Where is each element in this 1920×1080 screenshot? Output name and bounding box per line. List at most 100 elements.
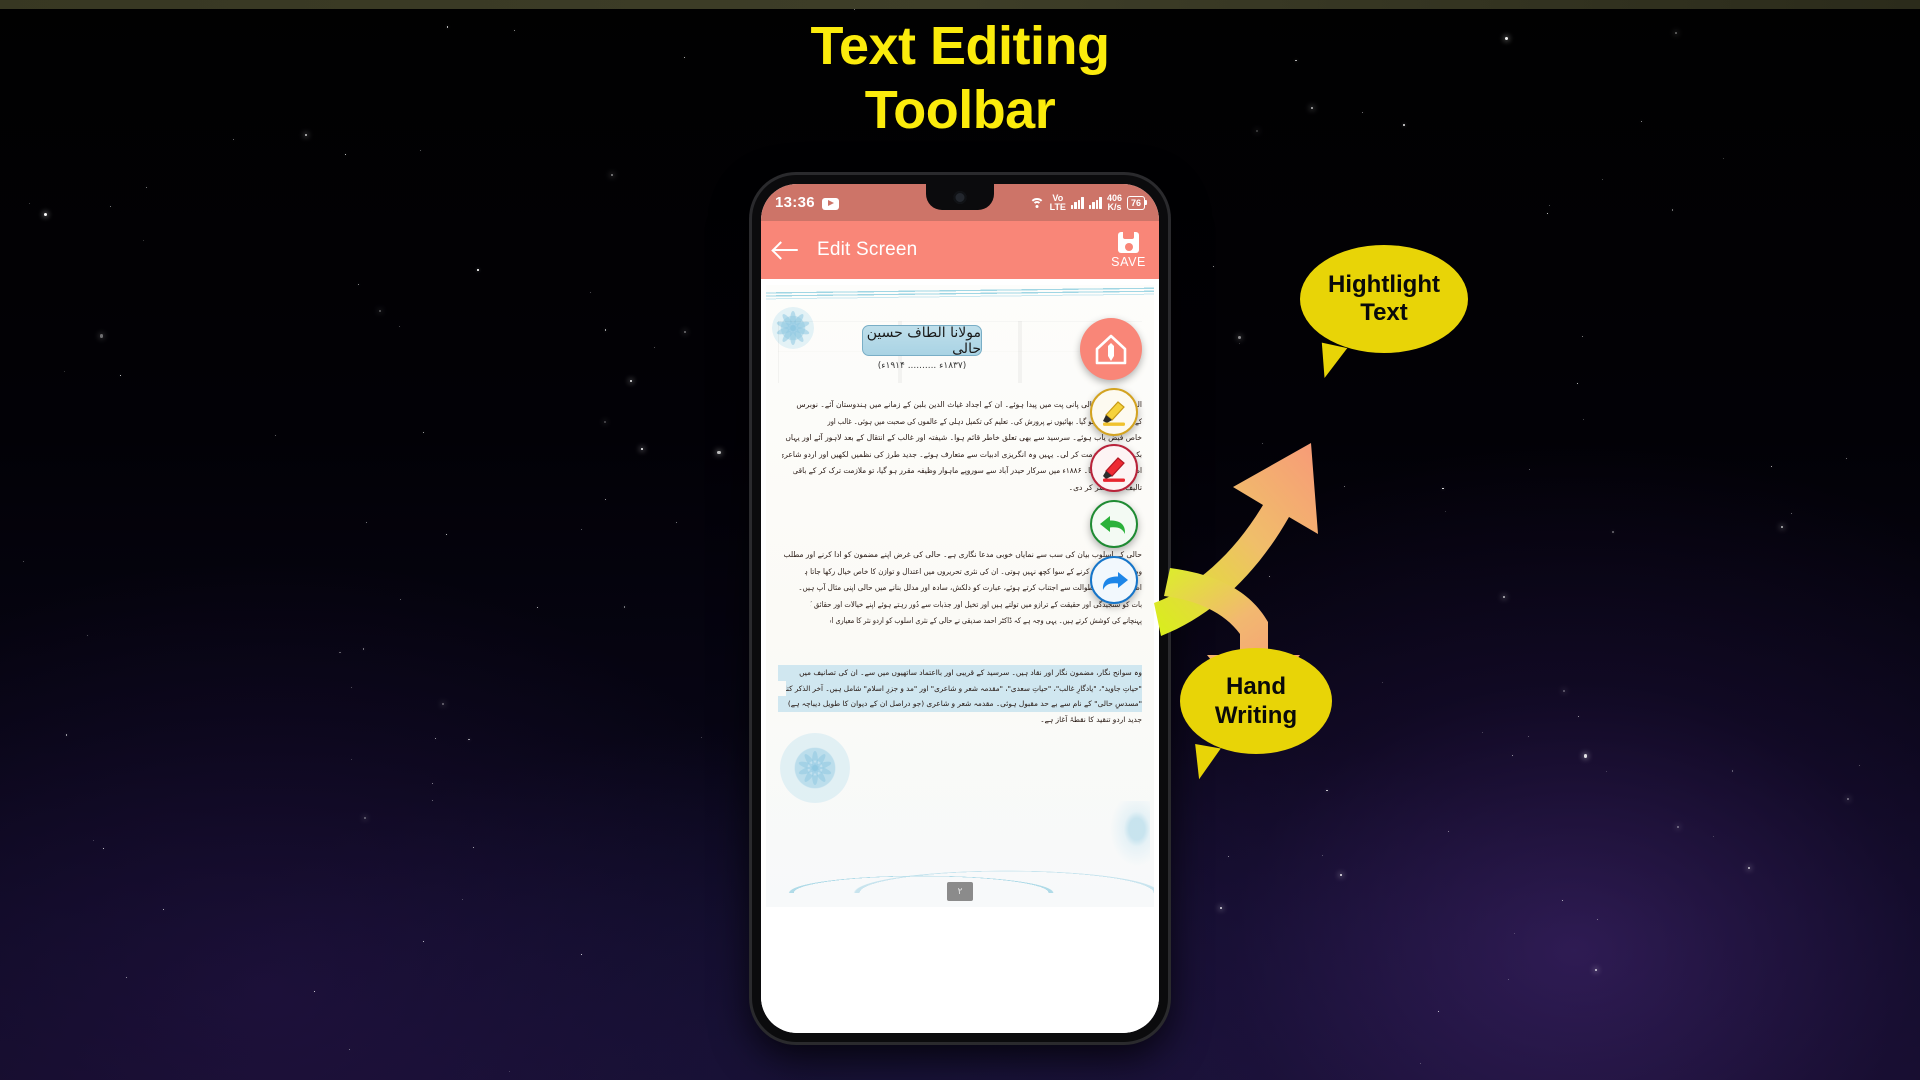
- page-corner-decoration: [1106, 801, 1150, 871]
- floppy-disk-icon: [1118, 231, 1140, 253]
- star: [581, 953, 583, 955]
- phone-mockup: 13:36 Vo LTE 406 K/s 76 Edit Screen SAVE…: [752, 175, 1168, 1042]
- star: [143, 239, 145, 241]
- document-line: پہنچانے کی کوشش کرتے ہیں۔ یہی وجہ ہے کہ …: [830, 616, 1142, 626]
- star: [1847, 798, 1850, 801]
- document-line: خاص فیض یاب ہوئے۔ سرسید سے بھی تعلق خاطر…: [785, 433, 1142, 443]
- star: [1581, 335, 1583, 338]
- handwriting-callout-line-1: Hand: [1226, 673, 1286, 700]
- save-button-label: SAVE: [1111, 254, 1146, 269]
- document-paragraph-3[interactable]: وہ سوانح نگار، مضمون نگار اور نقاد ہیں۔ …: [778, 665, 1142, 727]
- redo-tool-button[interactable]: [1090, 556, 1138, 604]
- star: [473, 847, 475, 849]
- star: [432, 799, 434, 801]
- star: [1529, 468, 1531, 471]
- star: [399, 325, 401, 327]
- star: [1343, 486, 1345, 488]
- star: [580, 529, 582, 531]
- document-line: وہ سوانح نگار، مضمون نگار اور نقاد ہیں۔ …: [778, 665, 1142, 681]
- star: [313, 990, 315, 992]
- star: [1503, 595, 1506, 598]
- undo-tool-button[interactable]: [1090, 500, 1138, 548]
- star: [1562, 899, 1564, 901]
- app-bar-title: Edit Screen: [817, 239, 918, 260]
- page-top-decoration: [766, 285, 1154, 303]
- star: [623, 606, 626, 608]
- star: [1605, 771, 1607, 773]
- bubble-tail: [1314, 342, 1348, 382]
- document-paragraph-1[interactable]: الطاف حسین حالی پانی پت میں پیدا ہوئے۔ ا…: [778, 397, 1142, 497]
- star: [1671, 209, 1674, 211]
- star: [1596, 918, 1598, 920]
- document-line: تالیف میں بسر کر دی۔: [1068, 482, 1142, 492]
- redo-arrow-icon: [1102, 572, 1128, 590]
- undo-arrow-icon: [1100, 516, 1126, 534]
- star: [854, 9, 856, 11]
- app-bar: Edit Screen SAVE: [761, 221, 1159, 279]
- star: [1583, 754, 1587, 758]
- highlight-callout-line-2: Text: [1360, 299, 1408, 326]
- star: [683, 330, 686, 333]
- headline-line-1: Text Editing: [810, 16, 1111, 76]
- document-paragraph-2[interactable]: حالی کے اسلوب بیان کی سب سے نمایاں خوبی …: [778, 547, 1142, 630]
- star: [363, 648, 365, 650]
- star: [1858, 764, 1860, 766]
- star: [1442, 488, 1444, 490]
- bubble-tail: [1189, 744, 1221, 782]
- star: [400, 598, 402, 600]
- star: [22, 560, 24, 562]
- star: [100, 334, 104, 338]
- promo-canvas: Text Editing Toolbar Hightlight Text Han…: [0, 0, 1920, 1080]
- status-bar-clock: 13:36: [775, 194, 815, 211]
- star: [1528, 735, 1530, 737]
- edit-text-fab[interactable]: [1080, 318, 1142, 380]
- star: [653, 346, 655, 349]
- highlighter-icon: [1103, 401, 1125, 426]
- star: [1511, 755, 1513, 757]
- star: [102, 848, 104, 850]
- star: [1444, 510, 1446, 512]
- star: [275, 435, 277, 437]
- star: [604, 498, 606, 500]
- document-line: "مسدسِ حالی" کے نام سے بے حد مقبول ہوئی۔…: [778, 696, 1142, 712]
- highlight-tool-button[interactable]: [1090, 388, 1138, 436]
- save-button[interactable]: SAVE: [1111, 231, 1146, 269]
- star: [1326, 789, 1328, 791]
- star: [434, 737, 436, 740]
- star: [1612, 531, 1614, 533]
- pen-tool-button[interactable]: [1090, 444, 1138, 492]
- star: [1780, 526, 1783, 529]
- document-heading: مولانا الطاف حسین حالی: [866, 324, 981, 357]
- star: [364, 817, 367, 820]
- star: [676, 521, 678, 523]
- star: [357, 283, 359, 285]
- star: [423, 940, 425, 943]
- star: [1731, 770, 1734, 772]
- star: [63, 370, 66, 372]
- star: [629, 379, 632, 382]
- star: [717, 451, 721, 455]
- star: [1321, 854, 1323, 856]
- star: [1845, 458, 1847, 460]
- star: [641, 448, 644, 451]
- phone-screen: 13:36 Vo LTE 406 K/s 76 Edit Screen SAVE…: [761, 184, 1159, 1033]
- document-heading-box[interactable]: مولانا الطاف حسین حالی: [862, 324, 982, 357]
- document-line: بات کو سنجیدگی اور حقیقت کے ترازو میں تو…: [810, 599, 1142, 609]
- handwriting-callout-line-2: Writing: [1214, 702, 1298, 729]
- star: [350, 686, 352, 688]
- signal-bars-icon-sim2: [1088, 196, 1102, 209]
- star: [1770, 465, 1772, 467]
- star: [1747, 867, 1750, 870]
- star: [92, 839, 94, 841]
- star: [419, 150, 421, 152]
- star: [348, 1048, 350, 1051]
- star: [461, 898, 463, 900]
- star: [1548, 205, 1550, 207]
- back-arrow-icon[interactable]: [774, 240, 800, 260]
- star: [1340, 874, 1343, 877]
- data-rate-unit: K/s: [1107, 201, 1122, 212]
- star: [28, 202, 30, 204]
- handwriting-callout: Hand Writing: [1180, 648, 1332, 782]
- signal-bars-icon-sim1: [1070, 196, 1084, 209]
- star: [422, 431, 424, 433]
